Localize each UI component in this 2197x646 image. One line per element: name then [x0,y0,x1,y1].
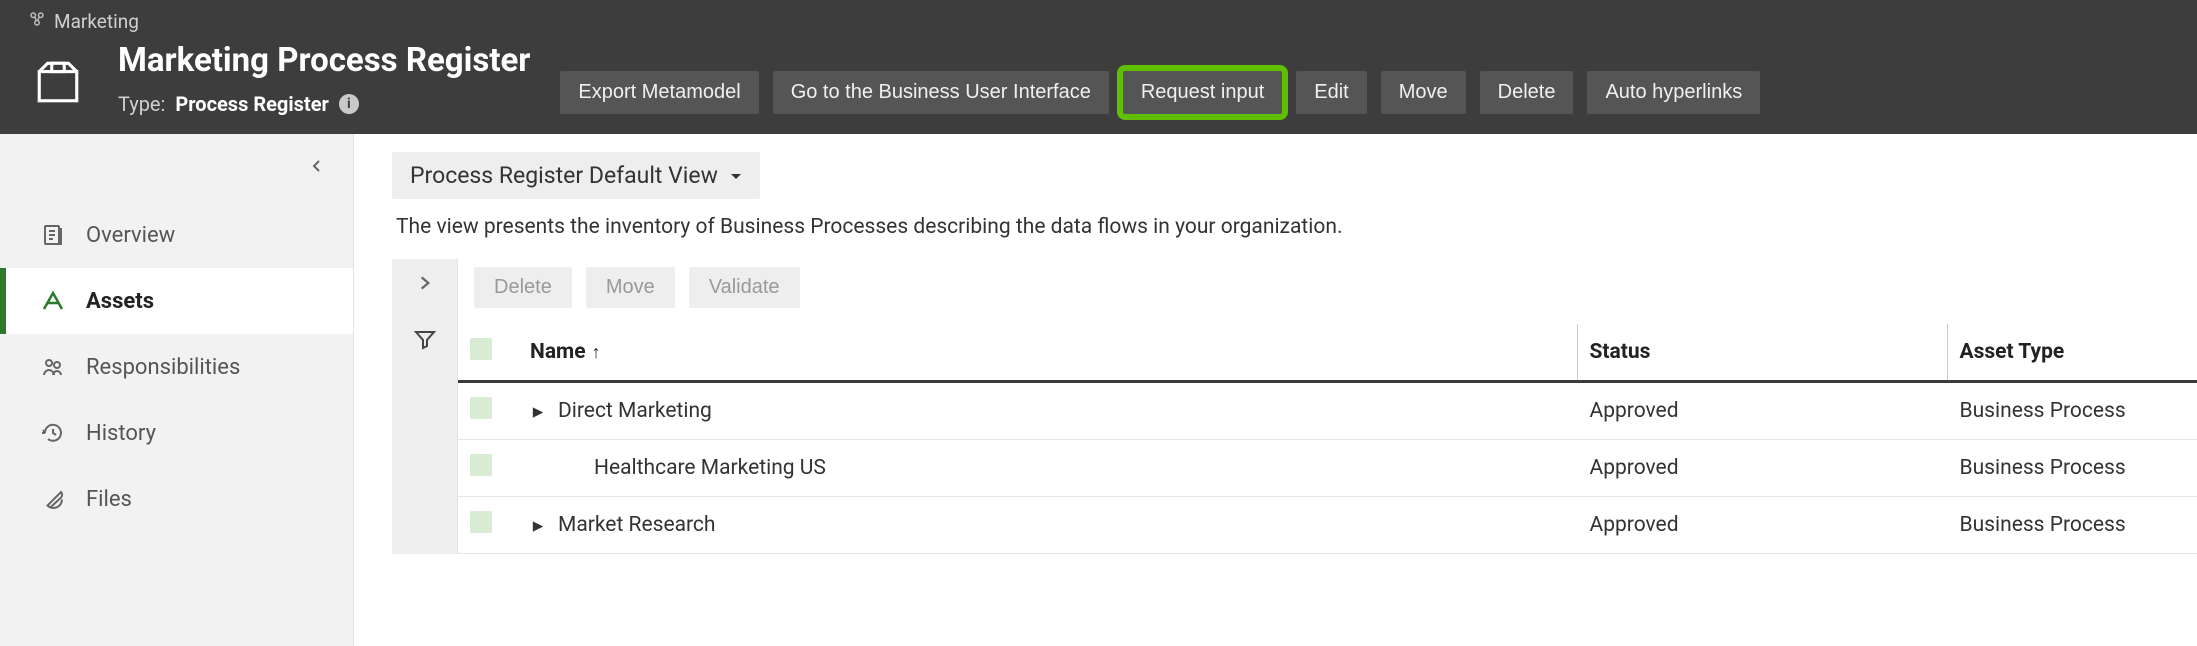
sidebar-item-history[interactable]: History [0,400,353,466]
request-input-button[interactable]: Request input [1123,71,1282,114]
sidebar-collapse-button[interactable] [309,148,353,202]
row-validate-button[interactable]: Validate [689,267,800,308]
row-status: Approved [1577,440,1947,497]
sidebar-item-label: Responsibilities [86,355,240,380]
sidebar-item-overview[interactable]: Overview [0,202,353,268]
chevron-down-icon [730,162,742,189]
row-checkbox[interactable] [470,511,492,533]
type-value[interactable]: Process Register [175,92,328,116]
sidebar-item-responsibilities[interactable]: Responsibilities [0,334,353,400]
auto-hyperlinks-button[interactable]: Auto hyperlinks [1587,71,1760,114]
page-title: Marketing Process Register [118,41,530,80]
assets-table: Name↑ Status Asset Type ▸ Direct Marketin… [458,324,2197,554]
register-icon [28,52,88,112]
type-label: Type: [118,92,165,116]
view-description: The view presents the inventory of Busin… [392,199,2197,259]
row-name-cell[interactable]: ▸ Market Research [518,497,1577,554]
filter-icon[interactable] [411,325,439,353]
row-asset-type: Business Process [1947,497,2197,554]
row-checkbox[interactable] [470,454,492,476]
table-wrap: Delete Move Validate Name↑ [392,259,2197,554]
responsibilities-icon [40,354,66,380]
row-name-cell[interactable]: ▸ Direct Marketing [518,382,1577,440]
view-name: Process Register Default View [410,162,718,189]
gutter-expand-button[interactable] [411,269,439,297]
info-icon[interactable]: i [339,94,359,114]
col-header-status[interactable]: Status [1577,324,1947,382]
view-selector[interactable]: Process Register Default View [392,152,760,199]
table-area: Delete Move Validate Name↑ [458,259,2197,554]
row-actions: Delete Move Validate [458,259,2197,324]
sidebar-item-label: Assets [86,289,154,314]
history-icon [40,420,66,446]
export-metamodel-button[interactable]: Export Metamodel [560,71,758,114]
row-asset-type: Business Process [1947,382,2197,440]
row-checkbox-cell[interactable] [458,440,518,497]
row-status: Approved [1577,497,1947,554]
header-actions: Export Metamodel Go to the Business User… [560,71,1760,116]
col-header-name[interactable]: Name↑ [518,324,1577,382]
row-name[interactable]: Healthcare Marketing US [594,456,826,480]
row-checkbox-cell[interactable] [458,497,518,554]
select-all-checkbox[interactable] [470,338,492,360]
body: Overview Assets Responsibilities History [0,134,2197,646]
org-icon [28,10,46,33]
page-header: Marketing Marketing Process Register Typ… [0,0,2197,134]
main-content: Process Register Default View The view p… [354,134,2197,646]
sidebar-item-assets[interactable]: Assets [0,268,353,334]
row-checkbox-cell[interactable] [458,382,518,440]
table-row[interactable]: Healthcare Marketing US ApprovedBusiness … [458,440,2197,497]
table-row[interactable]: ▸ Market Research ApprovedBusiness Process [458,497,2197,554]
row-name-cell[interactable]: Healthcare Marketing US [518,440,1577,497]
expand-toggle-icon[interactable]: ▸ [530,513,546,538]
row-status: Approved [1577,382,1947,440]
col-header-asset-type[interactable]: Asset Type [1947,324,2197,382]
table-gutter [392,259,458,554]
header-main: Marketing Process Register Type: Process… [0,41,2197,116]
expand-toggle-icon[interactable]: ▸ [530,399,546,424]
type-row: Type: Process Register i [118,92,530,116]
goto-business-ui-button[interactable]: Go to the Business User Interface [773,71,1109,114]
row-checkbox[interactable] [470,397,492,419]
delete-button[interactable]: Delete [1480,71,1574,114]
breadcrumb[interactable]: Marketing [0,10,2197,41]
sidebar-item-label: Overview [86,223,175,248]
move-button[interactable]: Move [1381,71,1466,114]
edit-button[interactable]: Edit [1296,71,1366,114]
row-name[interactable]: Direct Marketing [558,399,712,423]
header-title-block: Marketing Process Register Type: Process… [118,41,530,116]
col-header-check[interactable] [458,324,518,382]
row-delete-button[interactable]: Delete [474,267,572,308]
breadcrumb-org[interactable]: Marketing [54,10,139,33]
overview-icon [40,222,66,248]
files-icon [40,486,66,512]
table-header-row: Name↑ Status Asset Type [458,324,2197,382]
row-name[interactable]: Market Research [558,513,715,537]
row-move-button[interactable]: Move [586,267,675,308]
sort-asc-icon: ↑ [592,342,601,363]
assets-icon [40,288,66,314]
sidebar: Overview Assets Responsibilities History [0,134,354,646]
table-row[interactable]: ▸ Direct Marketing ApprovedBusiness Proces… [458,382,2197,440]
row-asset-type: Business Process [1947,440,2197,497]
sidebar-item-files[interactable]: Files [0,466,353,532]
sidebar-item-label: Files [86,487,132,512]
sidebar-item-label: History [86,421,156,446]
